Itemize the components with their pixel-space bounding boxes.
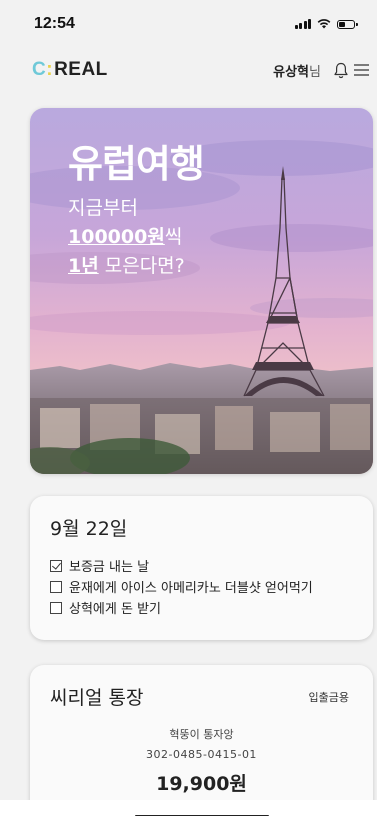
todo-checkbox-checked[interactable] xyxy=(50,559,62,572)
banner-line-1: 지금부터 xyxy=(68,197,138,219)
todo-label: 윤재에게 아이스 아메리카노 더블샷 얻어먹기 xyxy=(69,581,313,596)
bottom-safe-area xyxy=(0,800,377,816)
status-time: 12:54 xyxy=(34,15,75,32)
account-details: 혁뚱이 통자앙 302-0485-0415-01 19,900원 xyxy=(50,726,353,796)
todo-item[interactable]: 윤재에게 아이스 아메리카노 더블샷 얻어먹기 xyxy=(50,576,353,597)
todo-checkbox[interactable] xyxy=(50,601,62,614)
account-title: 씨리얼 통장 xyxy=(50,687,144,709)
banner-line-2: 100000원씩 xyxy=(68,223,204,252)
todo-item[interactable]: 상혁에게 돈 받기 xyxy=(50,597,353,618)
app-header: C: REAL 유상혁 님 xyxy=(0,50,377,90)
account-type-link[interactable]: 입출금용 xyxy=(309,689,349,705)
account-name: 혁뚱이 통자앙 xyxy=(169,728,234,741)
app-logo[interactable]: C: REAL xyxy=(32,59,108,81)
menu-icon[interactable] xyxy=(351,60,371,80)
schedule-date: 9월 22일 xyxy=(50,518,128,540)
todo-label: 보증금 내는 날 xyxy=(69,560,150,575)
signal-icon xyxy=(294,19,311,29)
user-honorific: 님 xyxy=(309,64,321,80)
status-icons xyxy=(294,19,358,29)
banner-title: 유럽여행 xyxy=(68,142,205,186)
banner-amount: 100000원 xyxy=(68,226,165,248)
todo-item[interactable]: 보증금 내는 날 xyxy=(50,555,353,576)
account-number: 302-0485-0415-01 xyxy=(146,748,257,761)
wifi-icon xyxy=(317,19,331,29)
battery-icon xyxy=(337,19,358,29)
account-balance: 19,900원 xyxy=(156,773,247,795)
header-user-area: 유상혁 님 xyxy=(273,60,371,80)
schedule-card: 9월 22일 보증금 내는 날 윤재에게 아이스 아메리카노 더블샷 얻어먹기 … xyxy=(30,496,373,640)
status-bar: 12:54 xyxy=(0,0,377,48)
account-card[interactable]: 씨리얼 통장 입출금용 혁뚱이 통자앙 302-0485-0415-01 19,… xyxy=(30,665,373,816)
banner-line-3: 1년 모은다면? xyxy=(68,252,204,281)
travel-goal-banner[interactable]: 유럽여행 지금부터 100000원씩 1년 모은다면? xyxy=(30,108,373,474)
bell-icon[interactable] xyxy=(331,60,351,80)
todo-label: 상혁에게 돈 받기 xyxy=(69,602,161,617)
banner-amount-suffix: 씩 xyxy=(164,226,183,248)
banner-text: 유럽여행 지금부터 100000원씩 1년 모은다면? xyxy=(68,142,205,281)
account-header: 씨리얼 통장 입출금용 xyxy=(50,683,353,710)
banner-period-suffix: 모은다면? xyxy=(98,255,185,277)
user-name: 유상혁 xyxy=(273,64,310,80)
todo-checkbox[interactable] xyxy=(50,580,62,593)
banner-period: 1년 xyxy=(68,255,99,277)
